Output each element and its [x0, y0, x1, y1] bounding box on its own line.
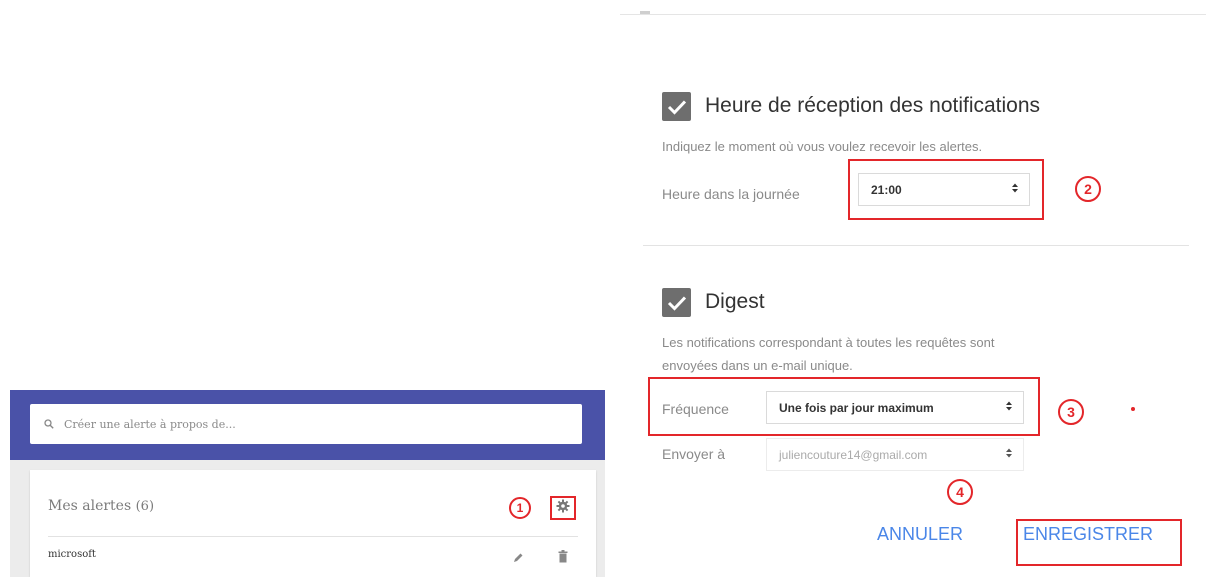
delivery-time-checkbox[interactable] [662, 92, 691, 121]
edit-pencil-icon[interactable] [512, 551, 524, 569]
annotation-number-4: 4 [956, 484, 964, 500]
create-alert-search-input[interactable]: Créer une alerte à propos de... [30, 404, 582, 444]
search-placeholder: Créer une alerte à propos de... [64, 417, 236, 431]
annotation-dot [1131, 407, 1135, 411]
frequency-select[interactable]: Une fois par jour maximum [766, 391, 1024, 424]
annotation-circle-4: 4 [947, 479, 973, 505]
send-to-select[interactable]: juliencouture14@gmail.com [766, 438, 1024, 471]
delivery-time-description: Indiquez le moment où vous voulez recevo… [662, 139, 983, 154]
checkmark-icon [667, 295, 686, 311]
cancel-button[interactable]: ANNULER [877, 524, 963, 545]
search-icon [44, 419, 58, 429]
my-alerts-count: (6) [135, 499, 155, 514]
my-alerts-title-text: Mes alertes [48, 498, 132, 514]
frequency-label: Fréquence [662, 401, 729, 417]
settings-button[interactable] [550, 496, 576, 520]
select-arrows-icon [1005, 447, 1013, 462]
annotation-number-1: 1 [516, 501, 524, 515]
checkmark-icon [667, 99, 686, 115]
annotation-circle-2: 2 [1075, 176, 1101, 202]
time-of-day-select[interactable]: 21:00 [858, 173, 1030, 206]
alert-item-name[interactable]: microsoft [48, 549, 96, 560]
time-of-day-label: Heure dans la journée [662, 186, 800, 202]
annotation-circle-1: 1 [509, 497, 531, 519]
select-arrows-icon [1005, 400, 1013, 415]
annotation-number-2: 2 [1084, 181, 1092, 197]
annotation-circle-3: 3 [1058, 399, 1084, 425]
digest-checkbox[interactable] [662, 288, 691, 317]
card-divider [48, 536, 578, 537]
gear-icon [556, 499, 570, 518]
digest-description-line2: envoyées dans un e-mail unique. [662, 358, 853, 373]
send-to-value: juliencouture14@gmail.com [779, 447, 928, 462]
annotation-number-3: 3 [1067, 404, 1075, 420]
section-divider [643, 245, 1189, 246]
save-button[interactable]: ENREGISTRER [1023, 524, 1153, 545]
frequency-value: Une fois par jour maximum [779, 400, 934, 415]
trash-icon[interactable] [558, 550, 568, 568]
digest-description-line1: Les notifications correspondant à toutes… [662, 335, 995, 350]
send-to-label: Envoyer à [662, 446, 726, 462]
digest-title: Digest [705, 290, 765, 313]
my-alerts-title: Mes alertes (6) [48, 498, 154, 514]
top-divider-mark [640, 11, 650, 14]
time-of-day-value: 21:00 [871, 182, 902, 197]
top-divider [620, 14, 1206, 15]
delivery-time-title: Heure de réception des notifications [705, 94, 1041, 117]
select-arrows-icon [1011, 182, 1019, 197]
